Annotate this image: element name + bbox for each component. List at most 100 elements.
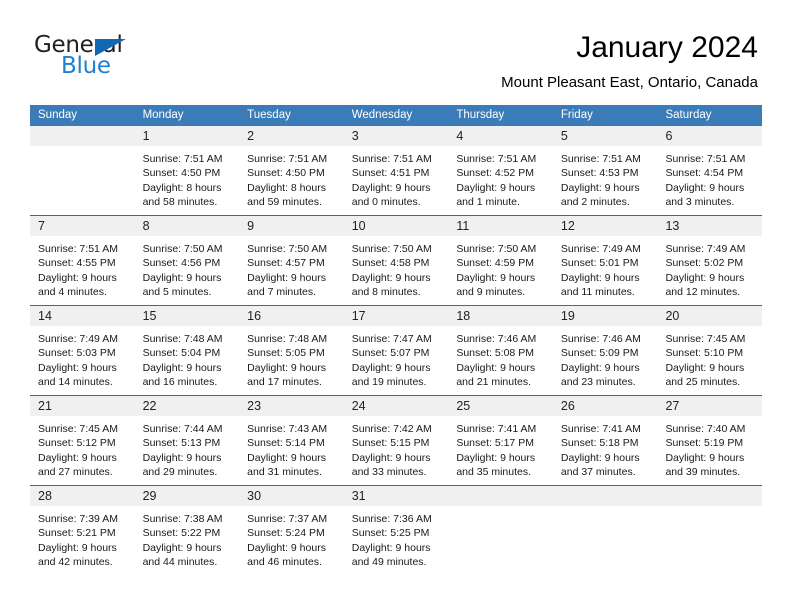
day-cell-11[interactable]: 11 Sunrise: 7:50 AM Sunset: 4:59 PM Dayl… (448, 216, 553, 305)
day-cell-6[interactable]: 6 Sunrise: 7:51 AM Sunset: 4:54 PM Dayli… (657, 126, 763, 215)
sunset-text: Sunset: 4:54 PM (665, 167, 744, 180)
day-cell-22[interactable]: 22 Sunrise: 7:44 AM Sunset: 5:13 PM Dayl… (134, 396, 240, 485)
sunrise-text: Sunrise: 7:49 AM (38, 333, 118, 345)
day-number-band: 19 (552, 306, 658, 326)
daylight-text-line2: and 19 minutes. (351, 376, 427, 389)
daylight-text-line1: Daylight: 9 hours (665, 271, 745, 284)
day-cell-12[interactable]: 12 Sunrise: 7:49 AM Sunset: 5:01 PM Dayl… (552, 216, 658, 305)
day-cell-3[interactable]: 3 Sunrise: 7:51 AM Sunset: 4:51 PM Dayli… (343, 126, 449, 215)
day-cell-23[interactable]: 23 Sunrise: 7:43 AM Sunset: 5:14 PM Dayl… (239, 396, 344, 485)
day-cell-28[interactable]: 28 Sunrise: 7:39 AM Sunset: 5:21 PM Dayl… (30, 486, 135, 575)
daylight-text-line2: and 7 minutes. (247, 286, 317, 299)
day-cell-19[interactable]: 19 Sunrise: 7:46 AM Sunset: 5:09 PM Dayl… (552, 306, 658, 395)
sunrise-text: Sunrise: 7:37 AM (247, 513, 328, 525)
day-number-band (657, 486, 763, 506)
weekday-header-wednesday: Wednesday (351, 109, 413, 121)
sunrise-text: Sunrise: 7:50 AM (456, 243, 537, 255)
day-number-band (30, 126, 135, 146)
day-cell-10[interactable]: 10 Sunrise: 7:50 AM Sunset: 4:58 PM Dayl… (343, 216, 449, 305)
day-details: Sunrise: 7:50 AM Sunset: 4:59 PM Dayligh… (448, 236, 553, 300)
day-cell-26[interactable]: 26 Sunrise: 7:41 AM Sunset: 5:18 PM Dayl… (552, 396, 658, 485)
weekday-header-saturday: Saturday (665, 109, 712, 121)
weekday-header-row: Sunday Monday Tuesday Wednesday Thursday… (30, 105, 762, 126)
sunset-text: Sunset: 4:52 PM (456, 167, 534, 180)
day-cell-24[interactable]: 24 Sunrise: 7:42 AM Sunset: 5:15 PM Dayl… (343, 396, 449, 485)
day-number: 22 (142, 399, 157, 413)
day-cell-29[interactable]: 29 Sunrise: 7:38 AM Sunset: 5:22 PM Dayl… (134, 486, 240, 575)
day-cell-14[interactable]: 14 Sunrise: 7:49 AM Sunset: 5:03 PM Dayl… (30, 306, 135, 395)
day-cell-17[interactable]: 17 Sunrise: 7:47 AM Sunset: 5:07 PM Dayl… (343, 306, 449, 395)
day-number: 31 (351, 489, 366, 503)
daylight-text-line1: Daylight: 9 hours (351, 181, 431, 194)
day-number-band: 14 (30, 306, 135, 326)
day-number-band: 28 (30, 486, 135, 506)
daylight-text-line1: Daylight: 9 hours (456, 181, 536, 194)
day-cell-13[interactable]: 13 Sunrise: 7:49 AM Sunset: 5:02 PM Dayl… (657, 216, 763, 305)
sunrise-text: Sunrise: 7:42 AM (351, 423, 432, 435)
day-number: 16 (247, 309, 262, 323)
day-cell-empty (30, 126, 135, 215)
day-cell-27[interactable]: 27 Sunrise: 7:40 AM Sunset: 5:19 PM Dayl… (657, 396, 763, 485)
day-details: Sunrise: 7:51 AM Sunset: 4:50 PM Dayligh… (135, 146, 240, 210)
day-number-band: 1 (134, 126, 240, 146)
sunset-text: Sunset: 5:21 PM (38, 527, 116, 540)
day-cell-20[interactable]: 20 Sunrise: 7:45 AM Sunset: 5:10 PM Dayl… (657, 306, 763, 395)
sunset-text: Sunset: 4:59 PM (456, 257, 534, 270)
day-number: 28 (38, 489, 52, 503)
sunrise-text: Sunrise: 7:46 AM (456, 333, 537, 345)
day-cell-7[interactable]: 7 Sunrise: 7:51 AM Sunset: 4:55 PM Dayli… (30, 216, 135, 305)
day-cell-1[interactable]: 1 Sunrise: 7:51 AM Sunset: 4:50 PM Dayli… (134, 126, 240, 215)
day-number-band: 24 (343, 396, 449, 416)
daylight-text-line2: and 46 minutes. (247, 556, 322, 569)
day-cell-16[interactable]: 16 Sunrise: 7:48 AM Sunset: 5:05 PM Dayl… (239, 306, 344, 395)
calendar-grid: Sunday Monday Tuesday Wednesday Thursday… (30, 105, 763, 575)
sunrise-text: Sunrise: 7:50 AM (351, 243, 432, 255)
day-number: 5 (560, 129, 568, 143)
day-details: Sunrise: 7:41 AM Sunset: 5:17 PM Dayligh… (448, 416, 553, 480)
day-number: 24 (351, 399, 366, 413)
day-details: Sunrise: 7:48 AM Sunset: 5:05 PM Dayligh… (239, 326, 344, 390)
sunrise-text: Sunrise: 7:51 AM (38, 243, 118, 255)
day-cell-31[interactable]: 31 Sunrise: 7:36 AM Sunset: 5:25 PM Dayl… (343, 486, 449, 575)
day-number: 6 (665, 129, 673, 143)
sunset-text: Sunset: 4:56 PM (142, 257, 221, 270)
day-cell-25[interactable]: 25 Sunrise: 7:41 AM Sunset: 5:17 PM Dayl… (448, 396, 553, 485)
day-details: Sunrise: 7:47 AM Sunset: 5:07 PM Dayligh… (344, 326, 449, 390)
page-subtitle: Mount Pleasant East, Ontario, Canada (501, 74, 758, 91)
day-number-band: 2 (239, 126, 344, 146)
daylight-text-line2: and 58 minutes. (142, 196, 218, 209)
sunrise-text: Sunrise: 7:48 AM (142, 333, 223, 345)
daylight-text-line2: and 29 minutes. (142, 466, 218, 479)
day-cell-4[interactable]: 4 Sunrise: 7:51 AM Sunset: 4:52 PM Dayli… (448, 126, 553, 215)
day-details: Sunrise: 7:51 AM Sunset: 4:52 PM Dayligh… (448, 146, 553, 210)
sunset-text: Sunset: 5:13 PM (142, 437, 221, 450)
day-number-band: 10 (343, 216, 449, 236)
sunset-text: Sunset: 5:19 PM (665, 437, 744, 450)
day-details: Sunrise: 7:49 AM Sunset: 5:03 PM Dayligh… (30, 326, 135, 390)
sunset-text: Sunset: 5:05 PM (247, 347, 325, 360)
day-number-band: 18 (448, 306, 553, 326)
daylight-text-line1: Daylight: 9 hours (560, 271, 640, 284)
day-cell-21[interactable]: 21 Sunrise: 7:45 AM Sunset: 5:12 PM Dayl… (30, 396, 135, 485)
daylight-text-line2: and 33 minutes. (351, 466, 427, 479)
daylight-text-line1: Daylight: 9 hours (665, 451, 745, 464)
daylight-text-line2: and 4 minutes. (38, 286, 107, 299)
day-cell-18[interactable]: 18 Sunrise: 7:46 AM Sunset: 5:08 PM Dayl… (448, 306, 553, 395)
weekday-header-tuesday: Tuesday (247, 109, 291, 121)
day-number: 19 (560, 309, 575, 323)
day-number: 4 (456, 129, 464, 143)
day-number: 14 (38, 309, 52, 323)
day-details: Sunrise: 7:51 AM Sunset: 4:55 PM Dayligh… (30, 236, 135, 300)
sunrise-text: Sunrise: 7:44 AM (142, 423, 223, 435)
day-cell-30[interactable]: 30 Sunrise: 7:37 AM Sunset: 5:24 PM Dayl… (239, 486, 344, 575)
day-cell-8[interactable]: 8 Sunrise: 7:50 AM Sunset: 4:56 PM Dayli… (134, 216, 240, 305)
daylight-text-line1: Daylight: 9 hours (560, 361, 640, 374)
day-cell-5[interactable]: 5 Sunrise: 7:51 AM Sunset: 4:53 PM Dayli… (552, 126, 658, 215)
day-details: Sunrise: 7:38 AM Sunset: 5:22 PM Dayligh… (135, 506, 240, 570)
day-cell-15[interactable]: 15 Sunrise: 7:48 AM Sunset: 5:04 PM Dayl… (134, 306, 240, 395)
daylight-text-line1: Daylight: 9 hours (38, 541, 117, 554)
day-number-band (552, 486, 658, 506)
day-cell-2[interactable]: 2 Sunrise: 7:51 AM Sunset: 4:50 PM Dayli… (239, 126, 344, 215)
general-blue-logo[interactable]: General Blue (34, 32, 214, 88)
day-cell-9[interactable]: 9 Sunrise: 7:50 AM Sunset: 4:57 PM Dayli… (239, 216, 344, 305)
